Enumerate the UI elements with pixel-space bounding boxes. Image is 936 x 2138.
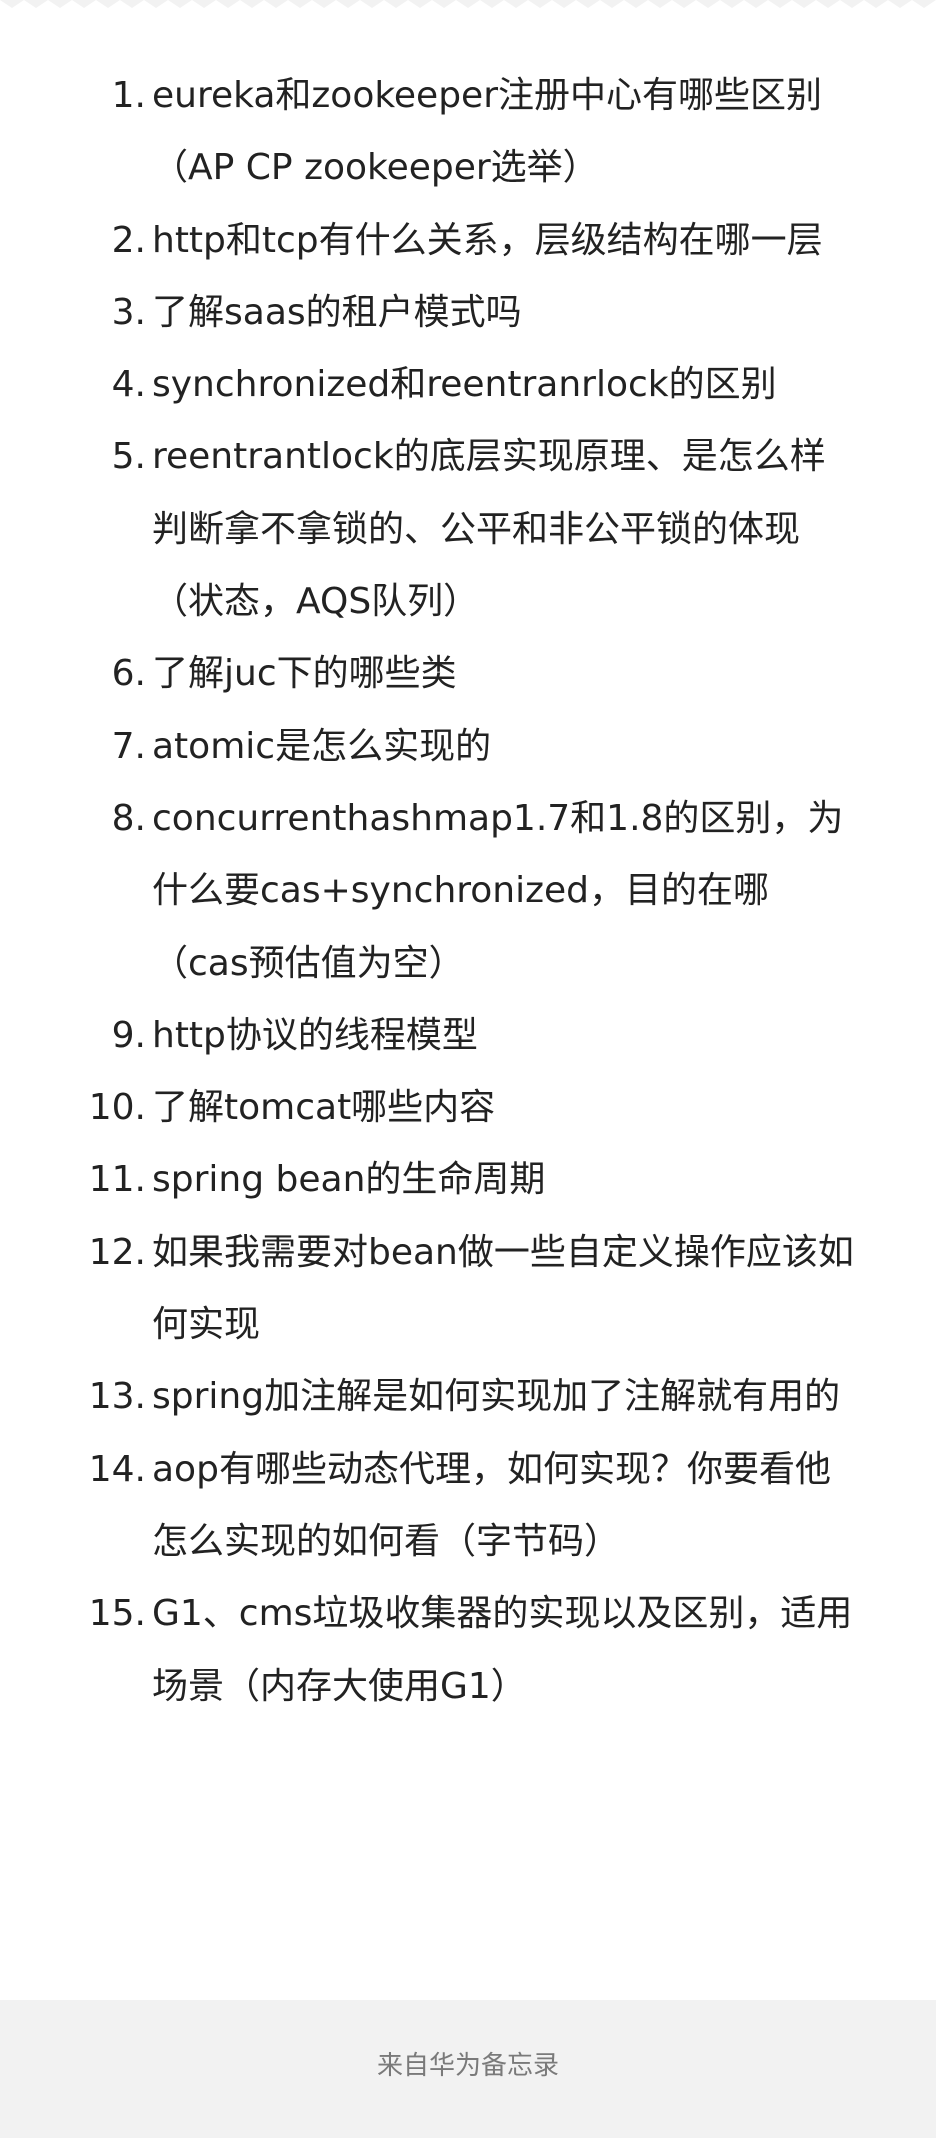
list-item: 2. http和tcp有什么关系，层级结构在哪一层 [0,205,936,277]
note-list: 1. eureka和zookeeper注册中心有哪些区别（AP CP zooke… [0,60,936,1723]
item-number: 3. [111,291,146,333]
item-text: reentrantlock的底层实现原理、是怎么样判断拿不拿锁的、公平和非公平锁… [152,436,826,623]
list-item: 13. spring加注解是如何实现加了注解就有用的 [0,1361,936,1433]
item-number: 2. [111,219,146,261]
list-item: 5. reentrantlock的底层实现原理、是怎么样判断拿不拿锁的、公平和非… [0,421,936,638]
list-item: 11. spring bean的生命周期 [0,1144,936,1216]
item-text: spring加注解是如何实现加了注解就有用的 [152,1376,841,1418]
list-item: 14. aop有哪些动态代理，如何实现？你要看他怎么实现的如何看（字节码） [0,1434,936,1579]
item-number: 11. [88,1159,146,1201]
item-text: 了解saas的租户模式吗 [152,291,522,333]
item-text: G1、cms垃圾收集器的实现以及区别，适用场景（内存大使用G1） [152,1593,853,1707]
source-footer: 来自华为备忘录 [376,2051,559,2081]
item-text: http协议的线程模型 [152,1014,478,1056]
item-number: 6. [111,653,146,695]
item-number: 7. [111,725,146,767]
item-text: 了解tomcat哪些内容 [152,1087,496,1129]
list-item: 7. atomic是怎么实现的 [0,711,936,783]
note-card: 1. eureka和zookeeper注册中心有哪些区别（AP CP zooke… [0,0,936,2008]
item-text: synchronized和reentranrlock的区别 [152,364,777,406]
item-number: 15. [88,1593,146,1635]
item-number: 4. [111,364,146,406]
list-item: 1. eureka和zookeeper注册中心有哪些区别（AP CP zooke… [0,60,936,205]
list-item: 3. 了解saas的租户模式吗 [0,277,936,349]
list-item: 10. 了解tomcat哪些内容 [0,1072,936,1144]
torn-edge-top [0,0,936,8]
item-number: 14. [88,1448,146,1490]
torn-edge-bottom [0,2000,936,2008]
item-number: 8. [111,797,146,839]
list-item: 12. 如果我需要对bean做一些自定义操作应该如何实现 [0,1217,936,1362]
item-text: http和tcp有什么关系，层级结构在哪一层 [152,219,823,261]
item-text: spring bean的生命周期 [152,1159,546,1201]
list-item: 6. 了解juc下的哪些类 [0,638,936,710]
item-text: 如果我需要对bean做一些自定义操作应该如何实现 [152,1231,854,1346]
item-number: 1. [111,75,146,116]
item-number: 10. [88,1087,146,1129]
item-text: atomic是怎么实现的 [152,725,492,767]
item-text: eureka和zookeeper注册中心有哪些区别（AP CP zookeepe… [152,75,823,189]
item-number: 13. [88,1376,146,1418]
list-item: 4. synchronized和reentranrlock的区别 [0,349,936,421]
list-item: 15. G1、cms垃圾收集器的实现以及区别，适用场景（内存大使用G1） [0,1578,936,1723]
item-number: 5. [111,436,146,478]
item-text: aop有哪些动态代理，如何实现？你要看他怎么实现的如何看（字节码） [152,1448,831,1562]
item-number: 9. [111,1014,146,1056]
item-text: concurrenthashmap1.7和1.8的区别，为什么要cas+sync… [152,797,844,984]
item-number: 12. [88,1231,146,1273]
list-item: 9. http协议的线程模型 [0,1000,936,1072]
list-item: 8. concurrenthashmap1.7和1.8的区别，为什么要cas+s… [0,783,936,1000]
item-text: 了解juc下的哪些类 [152,653,457,695]
